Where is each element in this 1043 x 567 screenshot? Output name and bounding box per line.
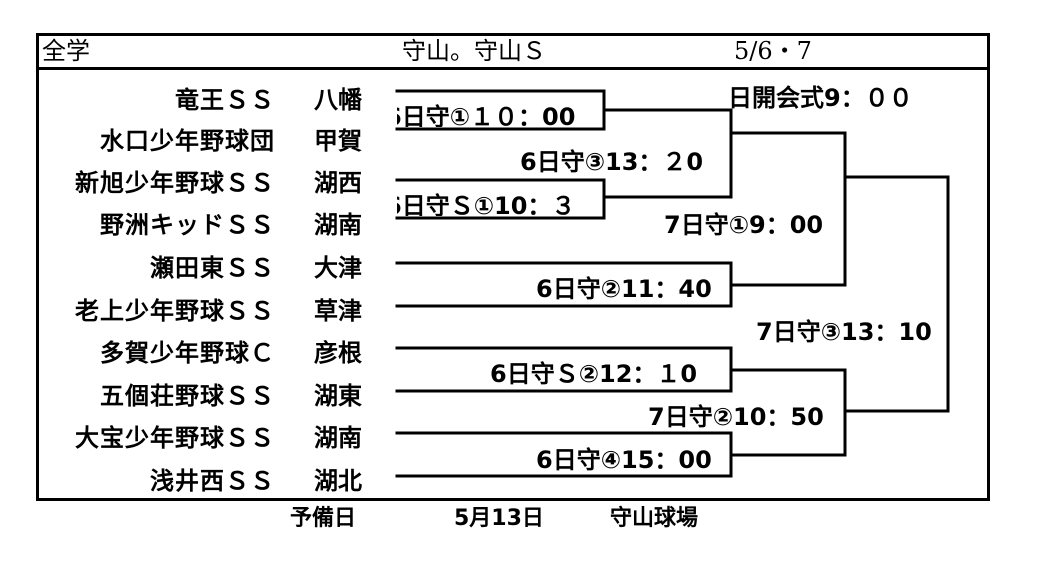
match-label: 7日守①9：00 [664,211,824,239]
match-label: 6日守③13：２0 [520,148,704,176]
match-box: 6日守Ｓ①10：３ [397,182,602,216]
match-label: 6日守④15：00 [536,446,712,474]
match-label: 6日守Ｓ②12：１0 [490,360,698,388]
match-label: 7日守②10：50 [648,403,824,431]
match-label: 6日守Ｓ①10：３ [397,192,576,216]
reserve-venue: 守山球場 [610,506,699,531]
reserve-day-label: 予備日 [290,506,357,531]
match-label: 6日守①１０：00 [397,103,576,127]
match-label: 6日守②11：40 [536,275,712,303]
final-match-label: 7日守③13：10 [756,318,932,346]
bracket-line [843,175,950,413]
bracket-sheet: 全学 守山。守山Ｓ 5/6・7 日開会式9：００ 竜王ＳＳ 八幡 水口少年野球団… [0,0,1043,567]
bracket-lines [395,89,950,478]
match-box: 6日守①１０：00 [397,93,602,127]
reserve-date: 5月13日 [454,506,544,531]
